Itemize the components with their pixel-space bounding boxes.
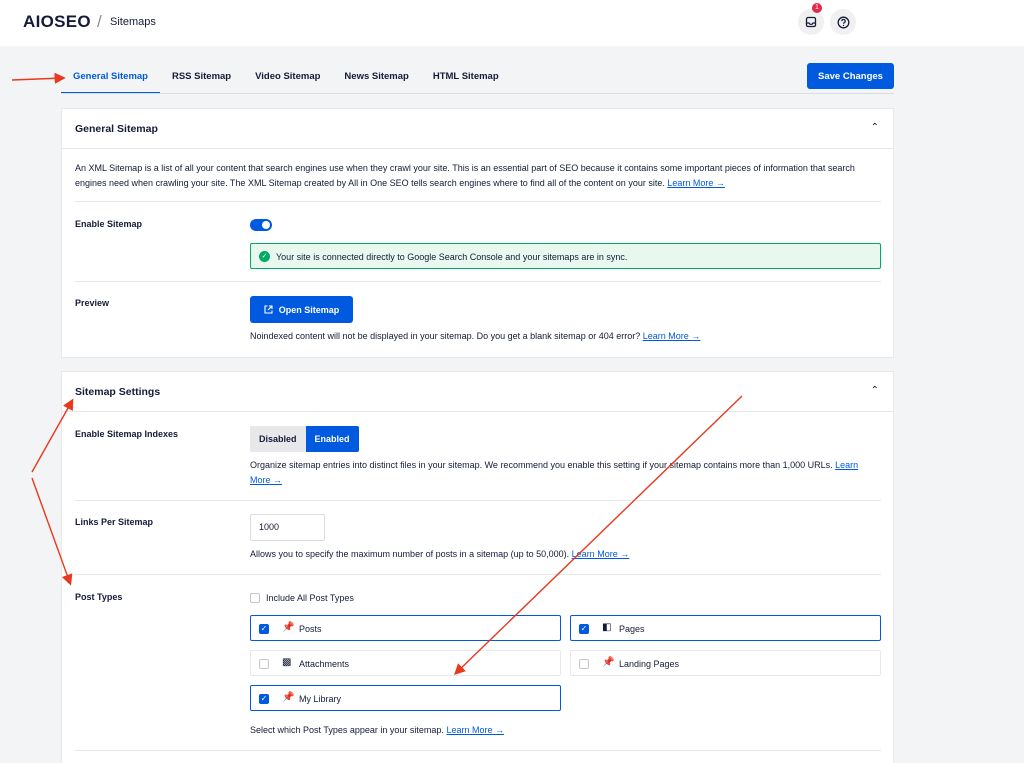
divider	[75, 750, 881, 751]
preview-help: Noindexed content will not be displayed …	[250, 331, 701, 341]
my-library-checkbox[interactable]: ✓	[259, 694, 269, 704]
enable-sitemap-toggle[interactable]	[250, 219, 272, 231]
top-bar: AIOSEO / Sitemaps 1	[0, 0, 1024, 46]
enable-sitemap-indexes-label: Enable Sitemap Indexes	[75, 429, 179, 439]
post-type-posts[interactable]: ✓ 📌 Posts	[250, 615, 561, 641]
post-type-attachments[interactable]: ▩ Attachments	[250, 650, 561, 676]
chevron-up-icon[interactable]: ⌃	[871, 385, 879, 396]
sitemap-tabs: General Sitemap RSS Sitemap Video Sitema…	[61, 62, 511, 94]
notifications-button[interactable]	[798, 9, 824, 35]
posts-checkbox[interactable]: ✓	[259, 624, 269, 634]
inbox-icon	[805, 16, 817, 28]
aioseo-logo[interactable]: AIOSEO /	[23, 12, 108, 32]
external-link-icon	[264, 305, 273, 314]
breadcrumb-sitemaps: Sitemaps	[110, 16, 156, 28]
post-types-label: Post Types	[75, 592, 123, 602]
tab-rss-sitemap[interactable]: RSS Sitemap	[160, 62, 243, 94]
include-all-post-types-label: Include All Post Types	[266, 593, 354, 603]
links-per-sitemap-label: Links Per Sitemap	[75, 517, 154, 527]
sitemap-settings-card: Sitemap Settings ⌃ Enable Sitemap Indexe…	[61, 371, 894, 763]
enable-sitemap-label: Enable Sitemap	[75, 219, 143, 229]
divider	[75, 201, 881, 202]
pin-icon: 📌	[282, 692, 295, 703]
breadcrumb-separator: /	[96, 12, 102, 31]
sitemap-settings-title: Sitemap Settings	[75, 386, 161, 398]
chevron-up-icon[interactable]: ⌃	[871, 122, 879, 133]
sitemap-indexes-switch: Disabled Enabled	[250, 426, 359, 452]
post-type-landing-pages[interactable]: 📌 Landing Pages	[570, 650, 881, 676]
general-sitemap-card: General Sitemap ⌃ An XML Sitemap is a li…	[61, 108, 894, 358]
learn-more-link[interactable]: Learn More →	[446, 725, 504, 735]
general-sitemap-header[interactable]: General Sitemap ⌃	[62, 109, 893, 149]
help-button[interactable]	[830, 9, 856, 35]
post-type-pages[interactable]: ✓ ◧ Pages	[570, 615, 881, 641]
help-icon	[837, 16, 849, 28]
post-types-help: Select which Post Types appear in your s…	[250, 725, 504, 735]
notification-badge: 1	[812, 3, 822, 13]
general-sitemap-description: An XML Sitemap is a list of all your con…	[75, 163, 855, 188]
divider	[75, 500, 881, 501]
attachments-checkbox[interactable]	[259, 659, 269, 669]
save-changes-button[interactable]: Save Changes	[807, 63, 894, 89]
alert-text: Your site is connected directly to Googl…	[276, 252, 628, 262]
pin-icon: 📌	[602, 657, 615, 668]
tab-general-sitemap[interactable]: General Sitemap	[61, 62, 160, 94]
learn-more-link[interactable]: Learn More →	[572, 549, 630, 559]
learn-more-link[interactable]: Learn More →	[667, 178, 725, 188]
learn-more-link[interactable]: Learn More →	[643, 331, 701, 341]
enabled-option[interactable]: Enabled	[305, 426, 359, 452]
tab-news-sitemap[interactable]: News Sitemap	[332, 62, 420, 94]
indexes-help: Organize sitemap entries into distinct f…	[250, 460, 859, 485]
pages-checkbox[interactable]: ✓	[579, 624, 589, 634]
check-circle-icon: ✓	[259, 251, 270, 262]
open-sitemap-button[interactable]: Open Sitemap	[250, 296, 353, 323]
sitemap-settings-header[interactable]: Sitemap Settings ⌃	[62, 372, 893, 412]
general-sitemap-title: General Sitemap	[75, 123, 158, 135]
links-help: Allows you to specify the maximum number…	[250, 549, 630, 559]
tabs-divider	[61, 93, 894, 94]
tab-html-sitemap[interactable]: HTML Sitemap	[421, 62, 511, 94]
landing-pages-checkbox[interactable]	[579, 659, 589, 669]
include-all-post-types-checkbox[interactable]	[250, 593, 260, 603]
preview-label: Preview	[75, 298, 110, 308]
divider	[75, 574, 881, 575]
disabled-option[interactable]: Disabled	[250, 426, 306, 452]
pages-icon: ◧	[602, 622, 612, 633]
pin-icon: 📌	[282, 622, 295, 633]
links-per-sitemap-input[interactable]: 1000	[250, 514, 325, 541]
divider	[75, 281, 881, 282]
post-type-my-library[interactable]: ✓ 📌 My Library	[250, 685, 561, 711]
media-icon: ▩	[282, 657, 292, 668]
gsc-sync-alert: ✓ Your site is connected directly to Goo…	[250, 243, 881, 269]
tab-video-sitemap[interactable]: Video Sitemap	[243, 62, 332, 94]
